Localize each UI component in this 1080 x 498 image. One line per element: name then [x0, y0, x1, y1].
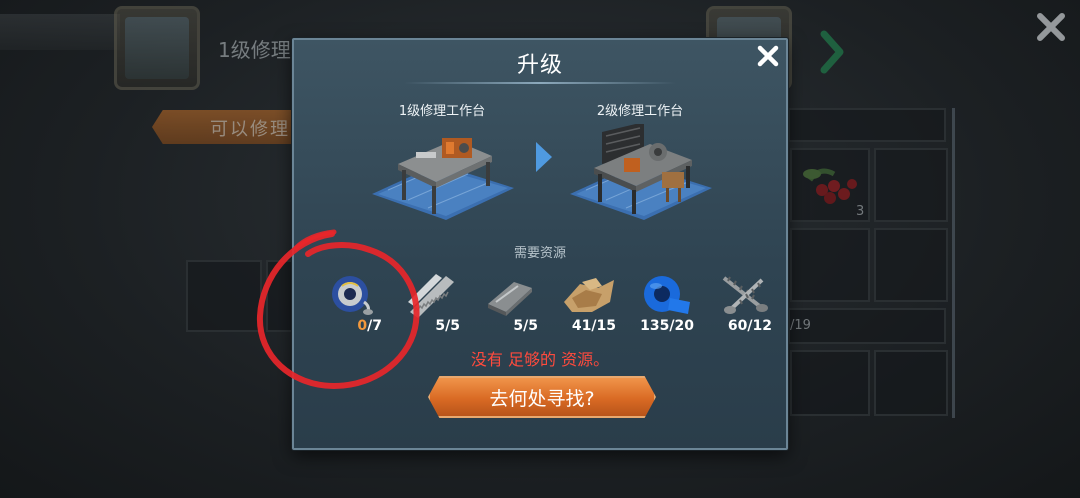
- background-pipe: [0, 14, 120, 50]
- resource-metal-bar[interactable]: 5/5: [478, 272, 538, 336]
- upgrade-dialog: 升级 1级修理工作台 2级修理工作台 需要资源 0/7 5/5 5/5 41/1…: [292, 38, 788, 450]
- metal-bar-icon: [488, 282, 532, 316]
- inventory-slot[interactable]: [874, 148, 948, 222]
- required-resources-label: 需要资源: [513, 246, 566, 261]
- blue-tape-icon: [644, 276, 690, 314]
- current-bench-thumbnail: [114, 6, 200, 90]
- background-title: 1级修理: [218, 38, 291, 62]
- resource-screws[interactable]: 60/12: [712, 272, 772, 336]
- resource-count: 60/12: [727, 318, 772, 334]
- resource-have: 0: [357, 318, 368, 334]
- resource-count: 0/7: [322, 318, 382, 334]
- repair-bench-level1-icon: [372, 138, 514, 220]
- berries-count: 3: [856, 204, 865, 219]
- insufficient-resources-warning: 没有 足够的 资源。: [470, 350, 610, 369]
- dialog-title: 升级: [516, 53, 563, 78]
- berries-icon: [803, 168, 857, 204]
- resource-solder-wire[interactable]: 0/7: [322, 272, 382, 336]
- resource-blue-tape[interactable]: 135/20: [634, 272, 694, 336]
- screen-close-icon[interactable]: [1034, 10, 1068, 44]
- title-divider: [404, 82, 676, 84]
- resource-count: 5/5: [435, 318, 460, 334]
- chevron-right-icon[interactable]: [818, 30, 846, 74]
- resource-leather-scraps[interactable]: 41/15: [556, 272, 616, 336]
- inventory-scrollbar[interactable]: [952, 108, 955, 418]
- solder-wire-icon: [332, 276, 373, 315]
- inventory-slot[interactable]: [788, 308, 946, 344]
- inventory-slot[interactable]: [790, 228, 870, 302]
- resource-saw-blade[interactable]: 5/5: [400, 272, 460, 336]
- next-bench-label: 2级修理工作台: [596, 104, 684, 119]
- leather-scraps-icon: [564, 278, 614, 312]
- saw-blade-icon: [408, 274, 454, 318]
- repair-bench-level2-icon: [570, 124, 712, 220]
- inventory-slot[interactable]: [788, 108, 946, 142]
- current-bench-label: 1级修理工作台: [398, 104, 486, 119]
- inventory-slot[interactable]: [874, 350, 948, 416]
- arrow-right-icon: [536, 142, 552, 172]
- screws-icon: [722, 276, 768, 314]
- resource-need: 7: [372, 318, 382, 334]
- inventory-slot[interactable]: [790, 350, 870, 416]
- inventory-slot[interactable]: [874, 228, 948, 302]
- background-partial-count: /19: [790, 318, 811, 333]
- where-to-find-button[interactable]: 去何处寻找?: [428, 376, 656, 418]
- resource-count: 5/5: [513, 318, 538, 334]
- resource-count: 135/20: [640, 318, 694, 334]
- inventory-slot[interactable]: [186, 260, 262, 332]
- resource-count: 41/15: [571, 318, 616, 334]
- close-icon[interactable]: [756, 44, 780, 68]
